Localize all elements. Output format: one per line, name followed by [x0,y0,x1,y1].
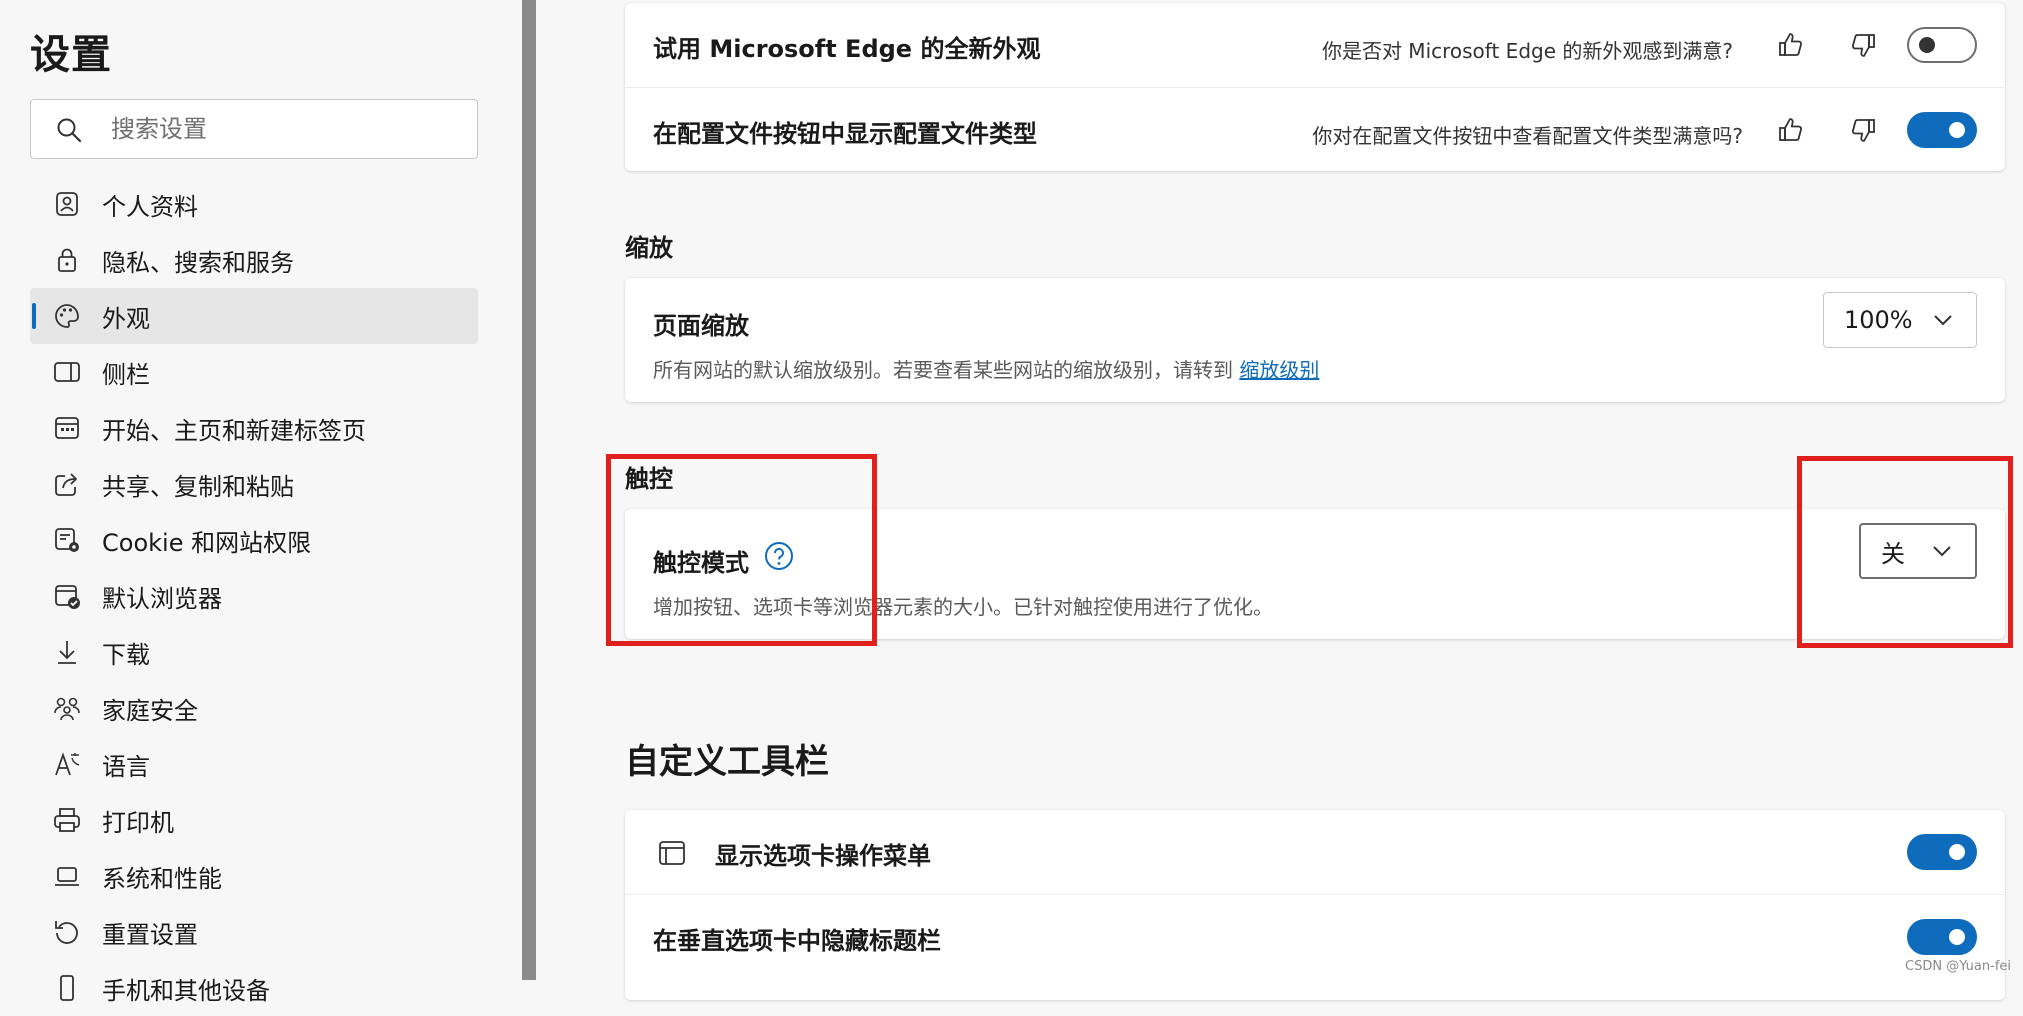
settings-sidebar: 设置 个人资料 隐私、搜索和服务 外观 [0,0,522,1005]
default-browser-icon [52,581,82,611]
page-zoom-description-text: 所有网站的默认缩放级别。若要查看某些网站的缩放级别，请转到 [653,358,1233,382]
language-icon [52,749,82,779]
sidebar-item-family-safety[interactable]: 家庭安全 [30,680,478,736]
toggle-knob [1949,844,1965,860]
sidebar-item-label: 外观 [102,304,150,333]
customize-toolbar-title: 自定义工具栏 [625,742,829,782]
profile-type-question: 你对在配置文件按钮中查看配置文件类型满意吗? [1312,124,1743,148]
sidebar-item-label: 下载 [102,640,150,669]
toolbar-card: 显示选项卡操作菜单 在垂直选项卡中隐藏标题栏 [625,810,2005,1000]
page-zoom-value: 100% [1844,306,1913,334]
lock-icon [52,245,82,275]
hide-title-bar-toggle[interactable] [1907,919,1977,955]
row-tab-actions-menu: 显示选项卡操作菜单 [625,810,2005,894]
sidebar-item-system-performance[interactable]: 系统和性能 [30,848,478,904]
tab-actions-toggle[interactable] [1907,834,1977,870]
row-hide-title-bar: 在垂直选项卡中隐藏标题栏 [625,894,2005,978]
page-zoom-label: 页面缩放 [653,312,749,340]
phone-icon [52,973,82,1003]
sidebar-item-label: 开始、主页和新建标签页 [102,416,366,445]
sidebar-item-label: 默认浏览器 [102,584,222,613]
sidebar-item-share-copy-paste[interactable]: 共享、复制和粘贴 [30,456,478,512]
new-look-toggle[interactable] [1907,27,1977,63]
profile-type-toggle[interactable] [1907,112,1977,148]
toggle-knob [1949,929,1965,945]
sidebar-item-privacy[interactable]: 隐私、搜索和服务 [30,232,478,288]
search-box[interactable] [30,99,478,159]
sidebar-item-label: 隐私、搜索和服务 [102,248,294,277]
zoom-levels-link[interactable]: 缩放级别 [1239,358,1319,382]
sidebar-item-label: 语言 [102,752,150,781]
chevron-down-icon [1931,540,1953,562]
touch-mode-label: 触控模式 [653,549,749,577]
sidebar-item-label: 手机和其他设备 [102,976,270,1005]
profile-icon [52,189,82,219]
zoom-section-title: 缩放 [625,234,673,262]
new-look-label: 试用 Microsoft Edge 的全新外观 [653,35,1041,63]
sidebar-item-downloads[interactable]: 下载 [30,624,478,680]
help-question-icon[interactable] [764,541,794,571]
thumbs-up-icon[interactable] [1775,29,1807,61]
new-look-question: 你是否对 Microsoft Edge 的新外观感到满意? [1321,39,1733,63]
new-look-card: 试用 Microsoft Edge 的全新外观 你是否对 Microsoft E… [625,3,2005,171]
search-input[interactable] [109,100,459,158]
touch-mode-dropdown[interactable]: 关 [1859,523,1977,579]
zoom-card: 页面缩放 所有网站的默认缩放级别。若要查看某些网站的缩放级别，请转到 缩放级别 … [625,278,2005,402]
sidebar-item-label: 重置设置 [102,920,198,949]
download-icon [52,637,82,667]
sidebar-item-label: 侧栏 [102,360,150,389]
sidebar-item-reset-settings[interactable]: 重置设置 [30,904,478,960]
sidebar-item-label: 共享、复制和粘贴 [102,472,294,501]
sidebar-item-cookies[interactable]: Cookie 和网站权限 [30,512,478,568]
touch-section-title: 触控 [625,465,673,493]
touch-card: 触控模式 增加按钮、选项卡等浏览器元素的大小。已针对触控使用进行了优化。 关 [625,509,2005,639]
settings-content: 试用 Microsoft Edge 的全新外观 你是否对 Microsoft E… [536,0,2023,1000]
hide-title-bar-label: 在垂直选项卡中隐藏标题栏 [653,927,941,955]
thumbs-down-icon[interactable] [1847,29,1879,61]
home-tab-icon [52,413,82,443]
sidebar-item-label: Cookie 和网站权限 [102,528,312,557]
sidebar-icon [52,357,82,387]
sidebar-item-printers[interactable]: 打印机 [30,792,478,848]
search-icon [55,116,83,144]
thumbs-down-icon[interactable] [1847,114,1879,146]
sidebar-item-label: 个人资料 [102,192,198,221]
sidebar-item-label: 打印机 [102,808,174,837]
thumbs-up-icon[interactable] [1775,114,1807,146]
printer-icon [52,805,82,835]
sidebar-item-sidebar[interactable]: 侧栏 [30,344,478,400]
row-new-look: 试用 Microsoft Edge 的全新外观 你是否对 Microsoft E… [625,3,2005,87]
cookie-icon [52,525,82,555]
sidebar-item-label: 家庭安全 [102,696,198,725]
touch-mode-description: 增加按钮、选项卡等浏览器元素的大小。已针对触控使用进行了优化。 [653,595,1273,619]
family-icon [52,693,82,723]
sidebar-item-default-browser[interactable]: 默认浏览器 [30,568,478,624]
sidebar-item-label: 系统和性能 [102,864,222,893]
toggle-knob [1919,37,1935,53]
sidebar-item-languages[interactable]: 语言 [30,736,478,792]
tab-actions-label: 显示选项卡操作菜单 [715,842,931,870]
toggle-knob [1949,122,1965,138]
sidebar-item-appearance[interactable]: 外观 [30,288,478,344]
reset-icon [52,917,82,947]
row-profile-type: 在配置文件按钮中显示配置文件类型 你对在配置文件按钮中查看配置文件类型满意吗? [625,87,2005,171]
sidebar-item-start-home-newtab[interactable]: 开始、主页和新建标签页 [30,400,478,456]
profile-type-label: 在配置文件按钮中显示配置文件类型 [653,120,1037,148]
sidebar-item-profile[interactable]: 个人资料 [30,176,478,232]
sidebar-title: 设置 [30,32,112,78]
page-zoom-description: 所有网站的默认缩放级别。若要查看某些网站的缩放级别，请转到 缩放级别 [653,354,1319,383]
tab-actions-icon [657,838,687,868]
page-zoom-dropdown[interactable]: 100% [1823,292,1977,348]
chevron-down-icon [1932,309,1954,331]
sidebar-item-phone-devices[interactable]: 手机和其他设备 [30,960,478,1016]
laptop-icon [52,861,82,891]
pane-splitter[interactable] [522,0,536,980]
sidebar-nav: 个人资料 隐私、搜索和服务 外观 侧栏 开始、主页和新建标签页 共享、复制和粘贴… [30,176,478,1016]
touch-mode-value: 关 [1881,539,1905,568]
palette-icon [52,301,82,331]
watermark: CSDN @Yuan-fei [1905,959,2011,974]
share-icon [52,469,82,499]
